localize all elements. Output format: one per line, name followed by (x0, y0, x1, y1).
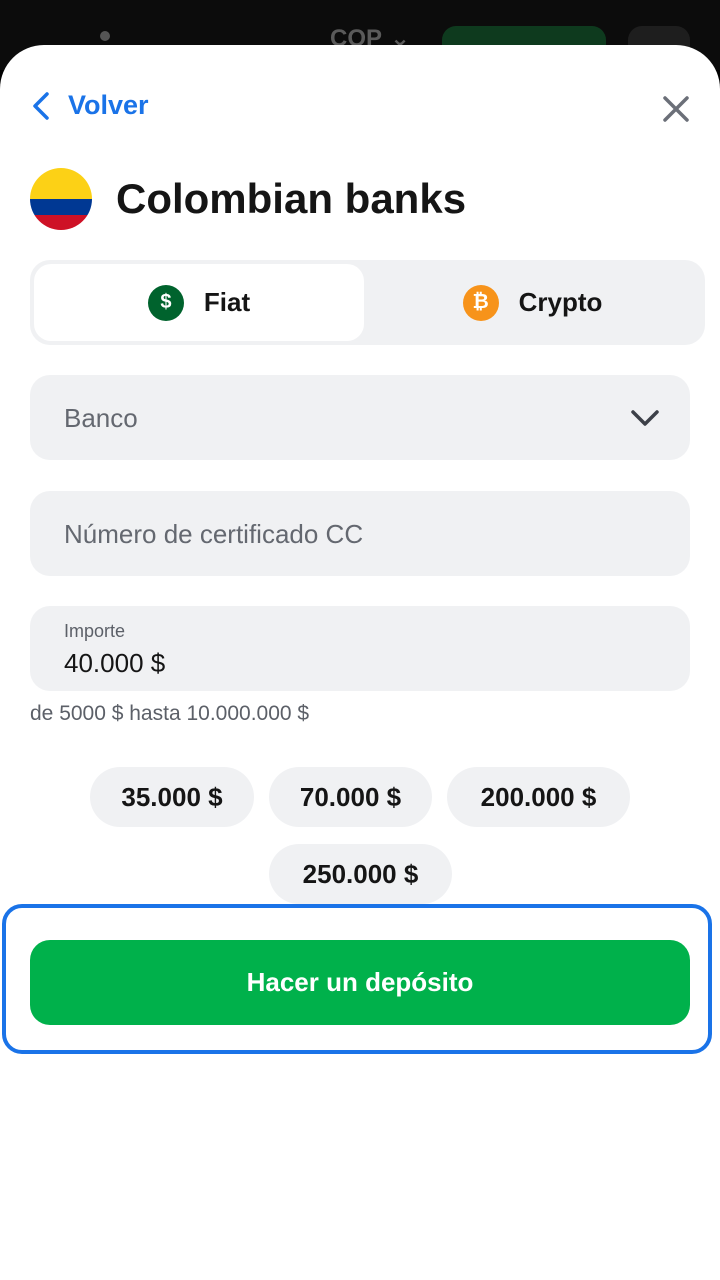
bitcoin-icon: ₿ (462, 284, 499, 321)
bank-placeholder: Banco (64, 403, 138, 433)
preset-amount-chip[interactable]: 70.000 $ (269, 767, 432, 827)
certificate-number-field[interactable]: Número de certificado CC (30, 491, 690, 576)
currency-type-tabs: $ Fiat ₿ Crypto (30, 260, 705, 345)
preset-amount-chip[interactable]: 35.000 $ (90, 767, 254, 827)
close-icon[interactable] (660, 93, 692, 125)
chevron-down-icon (631, 410, 659, 426)
chevron-left-icon (33, 91, 49, 120)
tab-fiat-label: Fiat (203, 287, 251, 317)
bank-select[interactable]: Banco (30, 375, 690, 460)
menu-dot (100, 31, 110, 41)
preset-amount-chip[interactable]: 250.000 $ (269, 844, 452, 904)
back-label: Volver (68, 90, 149, 120)
title-row: Colombian banks (30, 168, 466, 230)
deposit-sheet: Volver Colombian banks $ Fiat ₿ Crypto B… (0, 45, 720, 1280)
tab-crypto[interactable]: ₿ Crypto (364, 264, 701, 341)
dollar-icon: $ (147, 284, 184, 321)
amount-label: Importe (64, 621, 126, 641)
make-deposit-button[interactable]: Hacer un depósito (30, 940, 690, 1025)
certificate-placeholder: Número de certificado CC (64, 519, 364, 549)
preset-amount-chip[interactable]: 200.000 $ (447, 767, 630, 827)
amount-limits-hint: de 5000 $ hasta 10.000.000 $ (30, 702, 310, 725)
amount-value: 40.000 $ (64, 648, 166, 678)
page-title: Colombian banks (116, 175, 467, 222)
tab-fiat[interactable]: $ Fiat (34, 264, 364, 341)
amount-field[interactable]: Importe 40.000 $ (30, 606, 690, 691)
tab-crypto-label: Crypto (518, 287, 603, 317)
back-button[interactable]: Volver (30, 90, 149, 121)
colombia-flag-icon (30, 168, 92, 230)
